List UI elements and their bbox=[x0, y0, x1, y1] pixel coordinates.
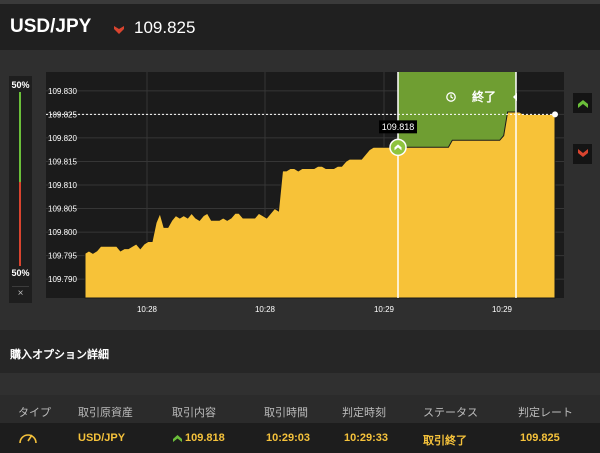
col-judge-time: 判定時刻 bbox=[342, 407, 386, 419]
x-tick-label: 10:29 bbox=[374, 305, 395, 314]
x-tick-label: 10:28 bbox=[137, 305, 158, 314]
col-status: ステータス bbox=[423, 407, 478, 419]
high-button[interactable] bbox=[573, 93, 592, 113]
price-chart[interactable]: 109.830 109.825 109.820 109.815 109.810 109.8… bbox=[0, 50, 600, 330]
currency-pair-title: USD/JPY bbox=[10, 16, 92, 37]
current-price: 109.825 bbox=[134, 18, 196, 37]
y-axis: 109.830 109.825 109.820 109.815 109.810 109.8… bbox=[48, 87, 77, 284]
row-trade-time: 10:29:03 bbox=[266, 432, 311, 444]
table-row[interactable]: USD/JPY 109.818 10:29:03 10:29:33 取引終了 1… bbox=[0, 423, 600, 453]
row-judge-time: 10:29:33 bbox=[344, 432, 389, 444]
row-status: 取引終了 bbox=[423, 435, 467, 447]
y-tick-label: 109.825 bbox=[48, 110, 77, 119]
col-judge-rate: 判定レート bbox=[518, 407, 573, 419]
y-tick-label: 109.805 bbox=[48, 205, 77, 214]
col-asset: 取引原資産 bbox=[78, 407, 133, 419]
row-content: 109.818 bbox=[185, 432, 225, 444]
x-axis: 10:28 10:28 10:29 10:29 bbox=[137, 305, 513, 314]
col-type: タイプ bbox=[18, 407, 51, 419]
x-tick-label: 10:28 bbox=[255, 305, 276, 314]
y-tick-label: 109.790 bbox=[48, 275, 77, 284]
y-tick-label: 109.820 bbox=[48, 134, 77, 143]
header: USD/JPY 109.825 bbox=[0, 4, 600, 50]
row-asset: USD/JPY bbox=[78, 432, 126, 444]
y-tick-label: 109.830 bbox=[48, 87, 77, 96]
col-content: 取引内容 bbox=[172, 407, 216, 419]
table-header: タイプ 取引原資産 取引内容 取引時間 判定時刻 ステータス 判定レート bbox=[0, 395, 600, 423]
x-tick-label: 10:29 bbox=[492, 305, 513, 314]
y-tick-label: 109.815 bbox=[48, 157, 77, 166]
low-button[interactable] bbox=[573, 144, 592, 164]
down-arrow-icon bbox=[577, 149, 588, 157]
spacer bbox=[0, 373, 600, 395]
option-details-section: 購入オプション詳細 bbox=[0, 333, 600, 373]
row-judge-rate: 109.825 bbox=[520, 432, 560, 444]
entry-rate-label: 109.818 bbox=[382, 122, 415, 132]
y-tick-label: 109.810 bbox=[48, 181, 77, 190]
expiry-label: 終了 bbox=[472, 89, 496, 104]
current-rate-dot bbox=[552, 111, 558, 118]
entry-point-circle bbox=[389, 138, 407, 157]
up-arrow-icon bbox=[577, 100, 588, 108]
y-tick-label: 109.795 bbox=[48, 252, 77, 261]
down-arrow-icon bbox=[114, 26, 124, 34]
section-title: 購入オプション詳細 bbox=[10, 349, 109, 361]
up-arrow-icon bbox=[173, 435, 182, 442]
gauge-icon bbox=[19, 434, 37, 444]
col-trade-time: 取引時間 bbox=[264, 407, 308, 419]
y-tick-label: 109.800 bbox=[48, 228, 77, 237]
